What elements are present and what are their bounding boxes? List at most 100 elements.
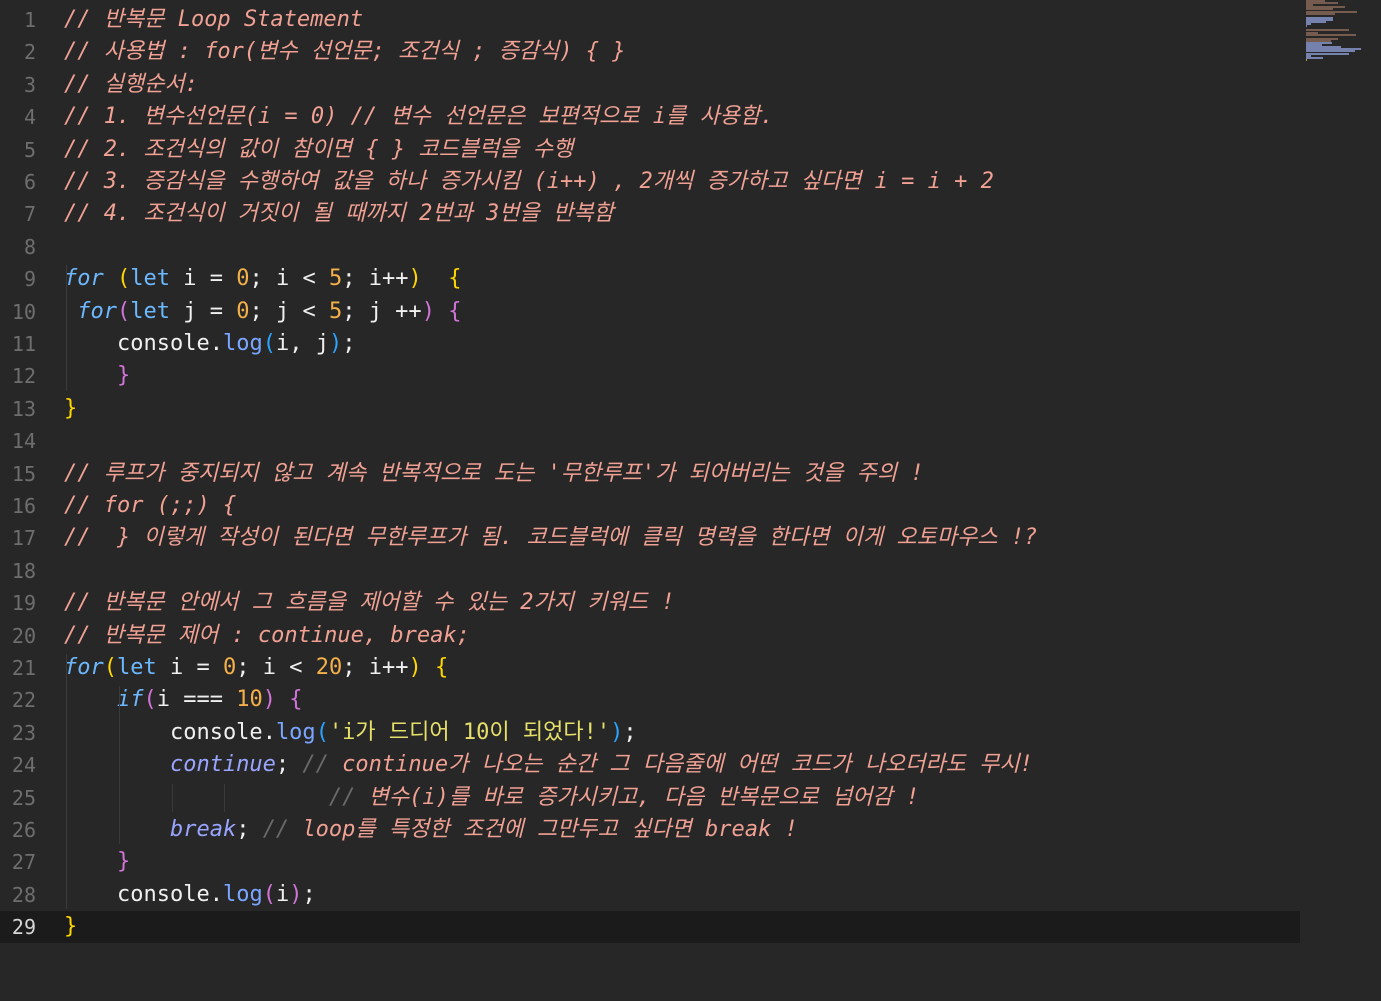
code-line[interactable]: 19 // 반복문 안에서 그 흐름을 제어할 수 있는 2가지 키워드 ! (0, 587, 1300, 619)
code-token: ) (289, 881, 303, 907)
line-code: // 3. 증감식을 수행하여 값을 하나 증가시킴 (i++) , 2개씩 증… (64, 166, 994, 198)
code-editor[interactable]: 1 // 반복문 Loop Statement 2 // 사용법 : for(변수 선… (0, 0, 1381, 1001)
code-line[interactable]: 29} (0, 911, 1300, 944)
minimap-line (1306, 58, 1307, 61)
line-code: // 실행순서: (64, 69, 198, 101)
code-line[interactable]: 11 console.log(i, j); (0, 328, 1300, 360)
code-line[interactable]: 21 for(let i = 0; i < 20; i++) { (0, 652, 1300, 684)
line-number: 8 (23, 234, 36, 259)
minimap-line (1306, 12, 1335, 15)
code-token: log (222, 881, 263, 907)
code-token: log (275, 719, 316, 745)
code-token: let (130, 298, 170, 324)
code-token: j = (169, 298, 237, 324)
code-line[interactable]: 1 // 반복문 Loop Statement (0, 4, 1300, 36)
code-token: i = (156, 655, 223, 680)
code-token: let (130, 266, 170, 292)
code-token: continue (64, 752, 276, 778)
code-token: { (448, 298, 462, 324)
line-code: // 2. 조건식의 값이 참이면 { } 코드블럭을 수행 (64, 134, 573, 166)
code-line[interactable]: 12 } (0, 360, 1300, 392)
line-code: // 반복문 안에서 그 흐름을 제어할 수 있는 2가지 키워드 ! (64, 587, 674, 619)
code-token: for (64, 655, 104, 680)
code-token: ; (236, 817, 263, 842)
code-token: ; i++ (342, 266, 409, 292)
line-number: 23 (11, 720, 36, 745)
minimap-line (1306, 56, 1324, 59)
code-token: // (302, 752, 343, 778)
indent-guide (66, 265, 67, 391)
minimap[interactable] (1306, 0, 1381, 62)
line-number: 12 (11, 364, 36, 389)
code-token: // 2. 조건식의 값이 참이면 { } 코드블럭을 수행 (64, 136, 574, 162)
line-code: // 반복문 제어 : continue, break; (64, 620, 470, 652)
line-code: continue; // continue가 나오는 순간 그 다음줄에 어떤 … (64, 749, 1033, 781)
code-line[interactable]: 3 // 실행순서: (0, 69, 1300, 101)
code-token: // for (;;) { (64, 493, 237, 518)
line-code: // for (;;) { (64, 490, 236, 522)
code-line[interactable]: 8 (0, 231, 1300, 263)
code-token: ) (421, 298, 435, 324)
line-code: for (let i = 0; i < 5; i++) { (64, 263, 461, 295)
line-code: } (64, 911, 77, 943)
code-line[interactable]: 7 // 4. 조건식이 거짓이 될 때까지 2번과 3번을 반복함 (0, 198, 1300, 230)
code-token: ( (116, 298, 131, 324)
line-code: for(let i = 0; i < 20; i++) { (64, 652, 448, 684)
code-token: for (64, 298, 117, 324)
code-token: } (116, 363, 131, 389)
line-code: // 변수(i)를 바로 증가시키고, 다음 반복문으로 넘어감 ! (64, 782, 919, 814)
code-token: } (64, 914, 78, 940)
code-line[interactable]: 27 } (0, 846, 1300, 878)
code-line[interactable]: 25 // 변수(i)를 바로 증가시키고, 다음 반복문으로 넘어감 ! (0, 782, 1300, 814)
code-line[interactable]: 9 for (let i = 0; i < 5; i++) { (0, 263, 1300, 295)
code-line[interactable]: 5 // 2. 조건식의 값이 참이면 { } 코드블럭을 수행 (0, 134, 1300, 166)
code-line[interactable]: 18 (0, 555, 1300, 587)
line-number: 7 (23, 202, 36, 227)
code-line[interactable]: 13} (0, 393, 1300, 425)
code-token: log (222, 331, 263, 356)
line-code: console.log('i가 드디어 10이 되었다!'); (64, 717, 637, 749)
code-token: // } 이렇게 작성이 된다면 무한루프가 됨. 코드블럭에 클릭 명력을 한… (64, 525, 1038, 551)
code-line[interactable]: 10 for(let j = 0; j < 5; j ++) { (0, 296, 1300, 328)
code-line[interactable]: 24 continue; // continue가 나오는 순간 그 다음줄에 … (0, 749, 1300, 781)
code-token: ) (610, 719, 624, 745)
code-line[interactable]: 17 // } 이렇게 작성이 된다면 무한루프가 됨. 코드블럭에 클릭 명력을… (0, 522, 1300, 554)
code-line[interactable]: 14 (0, 425, 1300, 457)
line-number: 20 (11, 623, 36, 648)
code-line[interactable]: 20 // 반복문 제어 : continue, break; (0, 620, 1300, 652)
indent-guide (224, 783, 225, 812)
code-token: ; i < (249, 266, 329, 292)
code-line[interactable]: 15 // 루프가 중지되지 않고 계속 반복적으로 도는 '무한루프'가 되어버… (0, 458, 1300, 490)
code-line[interactable]: 28 console.log(i); (0, 879, 1300, 911)
line-number: 22 (11, 688, 36, 713)
code-token: continue가 나오는 순간 그 다음줄에 어떤 코드가 나오더라도 무시! (342, 752, 1033, 778)
line-number: 14 (11, 429, 36, 454)
code-token: console (64, 719, 263, 745)
code-line[interactable]: 4 // 1. 변수선언문(i = 0) // 변수 선언문은 보편적으로 i를 … (0, 101, 1300, 133)
code-token: 0 (222, 655, 237, 680)
code-line[interactable]: 6 // 3. 증감식을 수행하여 값을 하나 증가시킴 (i++) , 2개씩 … (0, 166, 1300, 198)
code-token: ) (262, 687, 276, 713)
code-line[interactable]: 26 break; // loop를 특정한 조건에 그만두고 싶다면 brea… (0, 814, 1300, 846)
code-line[interactable]: 16 // for (;;) { (0, 490, 1300, 522)
code-token: ; (275, 752, 303, 778)
code-token: ; j < (249, 298, 329, 324)
code-token: let (117, 655, 157, 680)
line-number: 1 (23, 8, 36, 32)
code-token: ; (302, 881, 316, 907)
code-line[interactable]: 2 // 사용법 : for(변수 선언문; 조건식 ; 증감식) { } (0, 36, 1300, 68)
line-number: 26 (11, 818, 36, 842)
code-token: ; (623, 719, 637, 745)
code-token: // 4. 조건식이 거짓이 될 때까지 2번과 3번을 반복함 (64, 201, 614, 227)
code-token: . (209, 881, 223, 907)
code-token: // 사용법 : for(변수 선언문; 조건식 ; 증감식) { } (64, 39, 626, 65)
code-line[interactable]: 22 if(i === 10) { (0, 684, 1300, 716)
line-number: 6 (23, 170, 36, 194)
line-number: 17 (11, 526, 36, 551)
code-line[interactable]: 23 console.log('i가 드디어 10이 되었다!'); (0, 717, 1300, 749)
code-token: ) (328, 331, 343, 356)
code-token: . (209, 331, 223, 356)
